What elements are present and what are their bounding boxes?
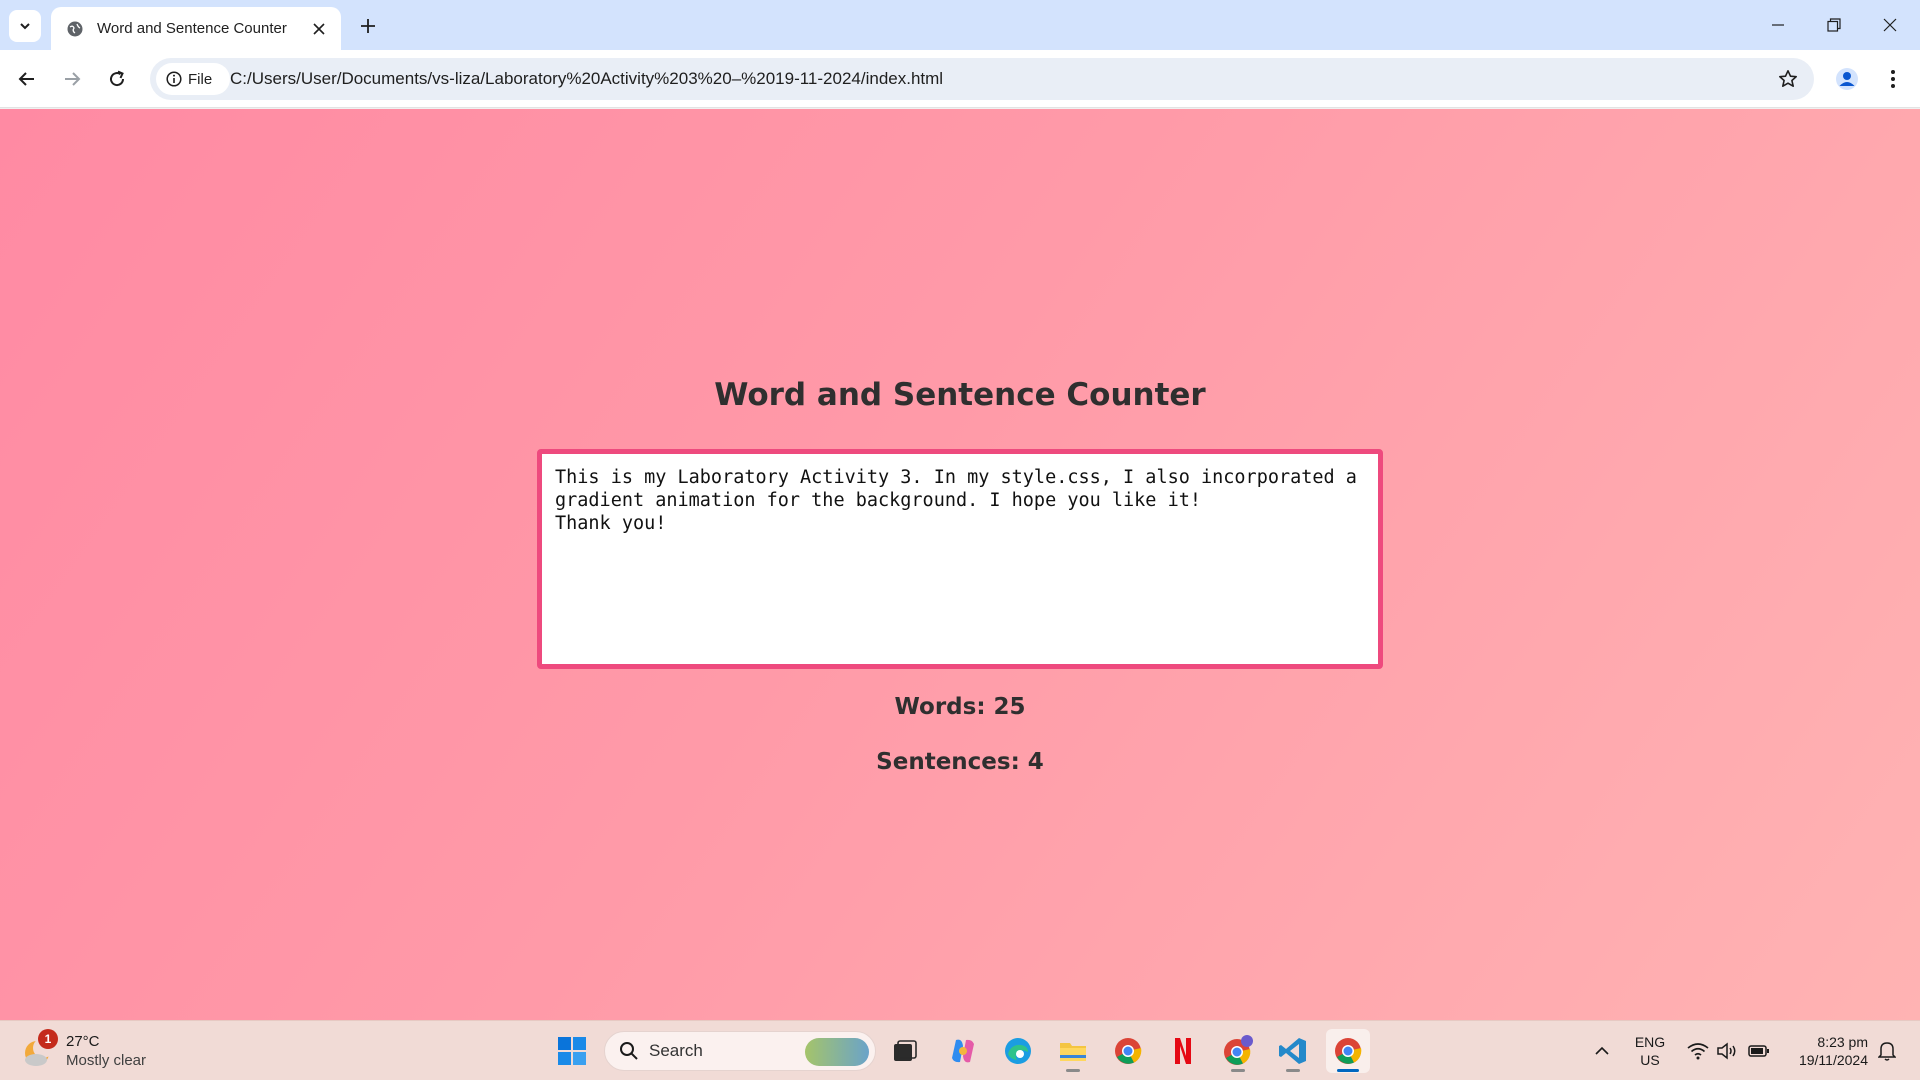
back-icon[interactable]: [9, 61, 45, 97]
chrome-icon[interactable]: [1106, 1029, 1150, 1073]
reload-icon[interactable]: [99, 61, 135, 97]
taskbar-search-label: Search: [649, 1041, 703, 1060]
clock-time: 8:23 pm: [1817, 1034, 1868, 1050]
page-title: Word and Sentence Counter: [714, 377, 1206, 413]
language-code: ENG: [1634, 1034, 1666, 1050]
search-icon: [620, 1042, 638, 1060]
edge-icon[interactable]: [996, 1029, 1040, 1073]
language-indicator[interactable]: ENG US: [1630, 1033, 1670, 1069]
weather-badge: 1: [38, 1029, 58, 1049]
tab-search-button[interactable]: [9, 10, 41, 42]
running-indicator: [1286, 1069, 1300, 1072]
active-indicator: [1337, 1069, 1359, 1072]
browser-titlebar: Word and Sentence Counter: [0, 0, 1920, 50]
chevron-down-icon: [20, 23, 30, 30]
browser-tab[interactable]: Word and Sentence Counter: [51, 7, 341, 50]
file-explorer-icon[interactable]: [1051, 1029, 1095, 1073]
start-icon[interactable]: [550, 1029, 594, 1073]
search-highlight-icon: [805, 1038, 869, 1066]
weather-moon-icon: 1: [20, 1029, 58, 1069]
close-tab-icon[interactable]: [309, 19, 329, 39]
vscode-icon[interactable]: [1271, 1029, 1315, 1073]
site-chip-label: File: [188, 70, 213, 88]
chrome-active-icon[interactable]: [1326, 1029, 1370, 1073]
minimize-icon[interactable]: [1750, 0, 1806, 50]
taskbar-search-box[interactable]: Search: [604, 1031, 876, 1071]
running-indicator: [1066, 1069, 1080, 1072]
new-tab-icon[interactable]: [352, 10, 384, 42]
word-count: Words: 25: [894, 694, 1026, 720]
url-text[interactable]: C:/Users/User/Documents/vs-liza/Laborato…: [230, 58, 943, 100]
globe-icon: [65, 19, 85, 39]
windows-taskbar: 1 27°C Mostly clear Search ENG US 8:23 p…: [0, 1020, 1920, 1080]
text-input-area[interactable]: This is my Laboratory Activity 3. In my …: [537, 449, 1383, 669]
volume-icon[interactable]: [1715, 1021, 1741, 1080]
clock-date: 19/11/2024: [1798, 1052, 1868, 1068]
restore-icon[interactable]: [1806, 0, 1862, 50]
tab-title: Word and Sentence Counter: [97, 20, 287, 37]
bookmark-star-icon[interactable]: [1772, 63, 1804, 95]
site-info-chip[interactable]: File: [156, 63, 230, 95]
browser-toolbar: File C:/Users/User/Documents/vs-liza/Lab…: [0, 50, 1920, 108]
weather-temperature: 27°C: [66, 1033, 100, 1050]
chrome-profile-icon[interactable]: [1216, 1029, 1260, 1073]
running-indicator: [1231, 1069, 1245, 1072]
region-code: US: [1640, 1052, 1660, 1068]
copilot-icon[interactable]: [941, 1029, 985, 1073]
address-bar[interactable]: File C:/Users/User/Documents/vs-liza/Lab…: [150, 58, 1814, 100]
chevron-up-icon[interactable]: [1590, 1021, 1614, 1080]
task-view-icon[interactable]: [883, 1029, 927, 1073]
sentence-count: Sentences: 4: [876, 749, 1044, 775]
wifi-icon[interactable]: [1685, 1021, 1711, 1080]
notification-bell-icon[interactable]: [1874, 1021, 1900, 1080]
battery-icon[interactable]: [1745, 1021, 1773, 1080]
system-clock[interactable]: 8:23 pm 19/11/2024: [1778, 1033, 1868, 1069]
info-icon: [166, 71, 182, 87]
profile-avatar-icon[interactable]: [1830, 62, 1864, 96]
page-content: Word and Sentence Counter This is my Lab…: [0, 109, 1920, 1020]
weather-description: Mostly clear: [66, 1052, 147, 1069]
forward-icon[interactable]: [54, 61, 90, 97]
close-window-icon[interactable]: [1862, 0, 1918, 50]
weather-widget[interactable]: 1 27°C Mostly clear: [20, 1029, 146, 1073]
netflix-icon[interactable]: [1161, 1029, 1205, 1073]
more-menu-icon[interactable]: [1876, 62, 1910, 96]
